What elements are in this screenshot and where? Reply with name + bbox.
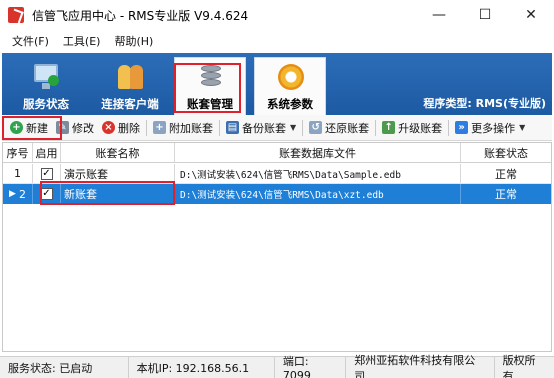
- menu-file[interactable]: 文件(F): [6, 33, 55, 49]
- local-ip: 本机IP: 192.168.56.1: [129, 357, 275, 378]
- row-file: D:\测试安装\624\信管飞RMS\Data\xzt.edb: [175, 184, 461, 204]
- row-status: 正常: [495, 188, 517, 201]
- column-header-index[interactable]: 序号: [3, 143, 33, 162]
- chevron-down-icon: ▼: [519, 123, 526, 132]
- window-controls: — ☐ ✕: [416, 0, 554, 30]
- tab-connected-clients[interactable]: 连接客户端: [88, 57, 172, 115]
- tab-system-params[interactable]: 系统参数: [254, 57, 326, 115]
- table-row[interactable]: 1 ✓ 演示账套 D:\测试安装\624\信管飞RMS\Data\Sample.…: [3, 164, 551, 184]
- tab-label: 服务状态: [23, 97, 69, 111]
- enabled-checkbox[interactable]: ✓: [40, 167, 53, 180]
- toolbar-separator: [219, 119, 220, 136]
- app-logo-icon: [8, 7, 24, 23]
- restore-icon: ↺: [309, 121, 323, 134]
- new-button[interactable]: + 新建: [6, 117, 52, 139]
- enabled-checkbox[interactable]: ✓: [40, 188, 53, 200]
- tab-service-status[interactable]: 服务状态: [10, 57, 82, 115]
- tab-label: 连接客户端: [101, 97, 159, 111]
- row-index: 1: [3, 164, 33, 183]
- toolbar-separator: [302, 119, 304, 136]
- row-file: D:\测试安装\624\信管飞RMS\Data\Sample.edb: [175, 164, 461, 183]
- port: 端口: 7099: [275, 355, 347, 378]
- column-header-enabled[interactable]: 启用: [33, 143, 61, 162]
- gear-icon: [275, 63, 305, 91]
- users-icon: [115, 63, 145, 91]
- more-label: 更多操作: [471, 121, 516, 135]
- row-enabled-cell: ✓: [33, 184, 61, 204]
- menu-tools[interactable]: 工具(E): [57, 33, 107, 49]
- toolbar-separator: [448, 119, 450, 136]
- toolbar: + 新建 ✎ 修改 × 删除 + 附加账套 ▤ 备份账套 ▼ ↺ 还原账套 ↑ …: [2, 115, 552, 141]
- account-table: 序号 启用 账套名称 账套数据库文件 账套状态 1 ✓ 演示账套 D:\测试安装…: [2, 142, 552, 352]
- row-index: ▶ 2: [3, 184, 33, 204]
- monitor-check-icon: [31, 63, 61, 91]
- more-actions-button[interactable]: » 更多操作 ▼: [451, 117, 529, 139]
- toolbar-separator: [146, 119, 147, 136]
- menu-bar: 文件(F) 工具(E) 帮助(H): [0, 30, 554, 52]
- restore-label: 还原账套: [325, 121, 370, 135]
- row-name: 演示账套: [61, 164, 175, 183]
- backup-account-button[interactable]: ▤ 备份账套 ▼: [222, 117, 300, 139]
- delete-label: 删除: [118, 121, 140, 135]
- column-header-name[interactable]: 账套名称: [61, 143, 175, 162]
- edit-button[interactable]: ✎ 修改: [52, 117, 98, 139]
- table-header: 序号 启用 账套名称 账套数据库文件 账套状态: [3, 143, 551, 163]
- upgrade-icon: ↑: [382, 121, 396, 134]
- ribbon: 服务状态 连接客户端 账套管理 系统参数 程序类型: RMS(专业版): [2, 53, 552, 115]
- column-header-file[interactable]: 账套数据库文件: [175, 143, 461, 162]
- restore-account-button[interactable]: ↺ 还原账套: [305, 117, 373, 139]
- tab-account-management[interactable]: 账套管理: [174, 57, 246, 115]
- row-status: 正常: [495, 167, 517, 181]
- attach-label: 附加账套: [169, 121, 213, 135]
- database-icon: [195, 63, 225, 91]
- table-row-selected[interactable]: ▶ 2 ✓ 新账套 D:\测试安装\624\信管飞RMS\Data\xzt.ed…: [3, 184, 551, 204]
- column-header-status[interactable]: 账套状态: [461, 143, 551, 162]
- double-chevron-down-icon: »: [455, 121, 469, 134]
- backup-label: 备份账套: [242, 121, 286, 135]
- title-bar: 信管飞应用中心 - RMS专业版 V9.4.624 — ☐ ✕: [0, 0, 554, 30]
- row-name: 新账套: [61, 184, 175, 204]
- chevron-down-icon: ▼: [290, 123, 297, 132]
- row-enabled-cell: ✓: [33, 164, 61, 183]
- service-status: 服务状态: 已启动: [0, 357, 129, 378]
- program-type-label: 程序类型: RMS(专业版): [423, 97, 546, 110]
- minimize-button[interactable]: —: [416, 0, 462, 30]
- upgrade-label: 升级账套: [398, 121, 443, 135]
- edit-label: 修改: [72, 121, 94, 135]
- menu-help[interactable]: 帮助(H): [108, 33, 159, 49]
- new-label: 新建: [26, 121, 48, 135]
- company-name: 郑州亚拓软件科技有限公司: [346, 354, 495, 378]
- status-bar: 服务状态: 已启动 本机IP: 192.168.56.1 端口: 7099 郑州…: [0, 353, 554, 378]
- attach-icon: +: [153, 121, 166, 134]
- plus-icon: +: [10, 121, 23, 134]
- window-title: 信管飞应用中心 - RMS专业版 V9.4.624: [32, 8, 249, 23]
- row-pointer-icon: ▶: [9, 189, 16, 199]
- attach-account-button[interactable]: + 附加账套: [149, 117, 217, 139]
- tab-label: 系统参数: [267, 97, 313, 111]
- maximize-button[interactable]: ☐: [462, 0, 508, 30]
- delete-icon: ×: [102, 121, 115, 134]
- row-index-value: 2: [18, 187, 26, 201]
- delete-button[interactable]: × 删除: [98, 117, 144, 139]
- close-button[interactable]: ✕: [508, 0, 554, 30]
- pencil-icon: ✎: [56, 121, 69, 134]
- copyright: 版权所有: [502, 353, 536, 378]
- backup-icon: ▤: [226, 121, 239, 134]
- toolbar-separator: [375, 119, 377, 136]
- tab-label: 账套管理: [187, 97, 233, 111]
- upgrade-account-button[interactable]: ↑ 升级账套: [378, 117, 446, 139]
- row-index-value: 1: [14, 167, 21, 180]
